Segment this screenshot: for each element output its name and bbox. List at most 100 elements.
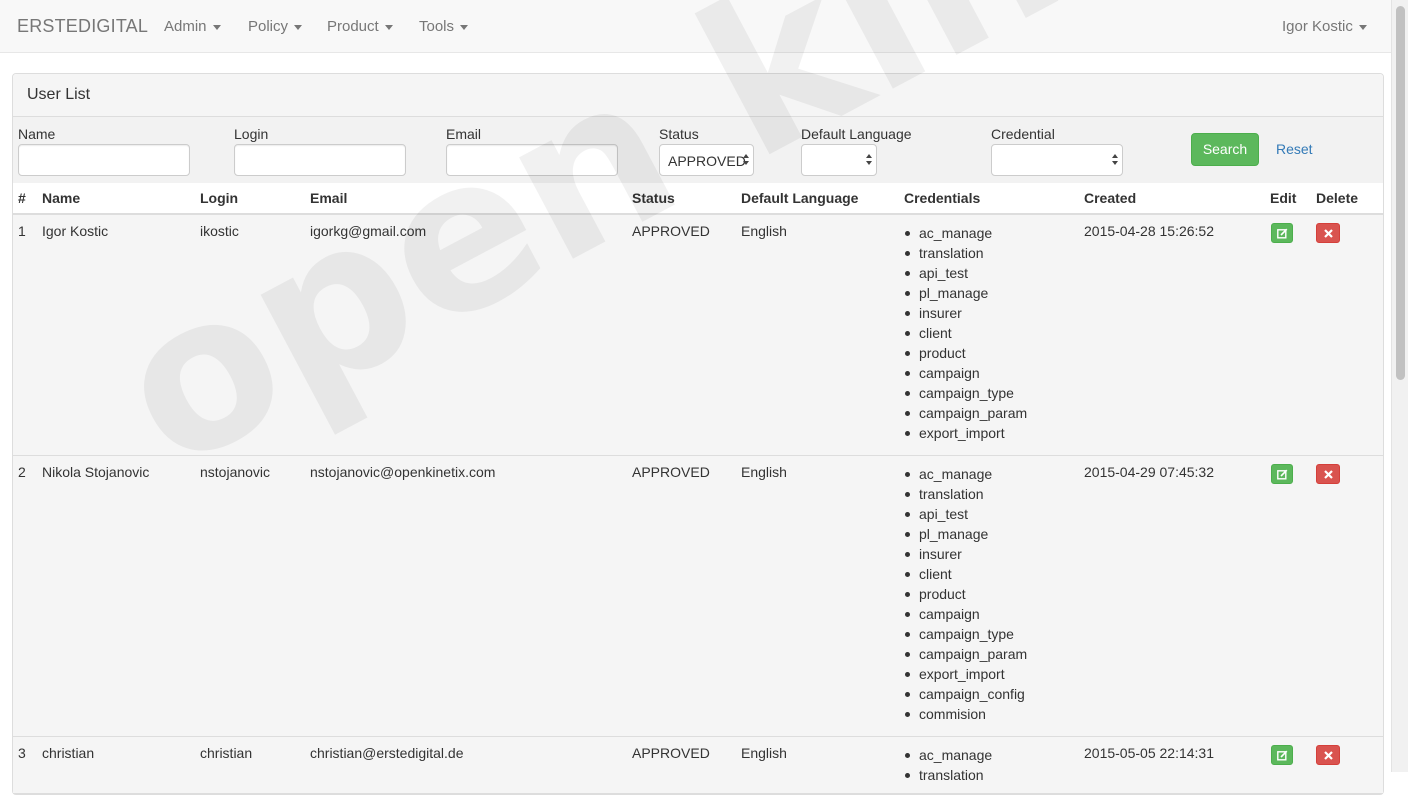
credential-item: campaign_param: [905, 403, 1027, 423]
email-filter-input[interactable]: [446, 144, 618, 176]
table-row: 1 Igor Kostic ikostic igorkg@gmail.com A…: [13, 215, 1383, 456]
row-created: 2015-04-29 07:45:32: [1084, 464, 1214, 480]
col-delete: Delete: [1316, 190, 1359, 206]
credential-item: translation: [905, 484, 1027, 504]
row-email: igorkg@gmail.com: [310, 223, 427, 239]
delete-button[interactable]: [1316, 745, 1340, 765]
table-header: # Name Login Email Status Default Langua…: [13, 183, 1383, 215]
col-number: #: [18, 190, 26, 206]
col-login: Login: [200, 190, 239, 206]
close-icon: [1324, 229, 1333, 238]
col-language: Default Language: [741, 190, 859, 206]
col-created: Created: [1084, 190, 1137, 206]
credential-item: api_test: [905, 263, 1027, 283]
select-arrows-icon: [1112, 154, 1119, 166]
edit-button[interactable]: [1271, 223, 1293, 243]
row-login: nstojanovic: [200, 464, 271, 480]
user-menu[interactable]: Igor Kostic: [1282, 18, 1367, 35]
name-filter-input[interactable]: [18, 144, 190, 176]
status-filter-select[interactable]: APPROVED: [659, 144, 754, 176]
caret-down-icon: [460, 24, 469, 30]
search-button[interactable]: Search: [1191, 133, 1259, 166]
col-email: Email: [310, 190, 348, 206]
edit-icon: [1277, 469, 1288, 480]
credential-item: insurer: [905, 303, 1027, 323]
row-status: APPROVED: [632, 223, 710, 239]
row-email: christian@erstedigital.de: [310, 745, 464, 761]
row-login: christian: [200, 745, 253, 761]
scrollbar-thumb[interactable]: [1396, 6, 1405, 380]
close-icon: [1324, 470, 1333, 479]
nav-admin-label: Admin: [164, 18, 207, 35]
brand-logo[interactable]: ERSTEDIGITAL: [17, 16, 148, 37]
row-name: Nikola Stojanovic: [42, 464, 150, 480]
page-title: User List: [27, 86, 91, 103]
credential-item: campaign_config: [905, 684, 1027, 704]
credential-item: product: [905, 584, 1027, 604]
edit-icon: [1277, 228, 1288, 239]
credential-filter-select[interactable]: [991, 144, 1123, 176]
credential-filter-label: Credential: [991, 126, 1055, 142]
select-arrows-icon: [866, 154, 873, 166]
credential-item: commision: [905, 704, 1027, 724]
nav-tools[interactable]: Tools: [419, 18, 469, 35]
caret-down-icon: [1358, 24, 1367, 30]
row-number: 3: [18, 745, 26, 761]
col-edit: Edit: [1270, 190, 1297, 206]
row-created: 2015-05-05 22:14:31: [1084, 745, 1214, 761]
credential-item: ac_manage: [905, 745, 992, 765]
language-filter-select[interactable]: [801, 144, 877, 176]
row-name: christian: [42, 745, 95, 761]
credential-item: api_test: [905, 504, 1027, 524]
panel-heading: User List: [13, 74, 1383, 117]
delete-button[interactable]: [1316, 223, 1340, 243]
select-arrows-icon: [743, 154, 750, 166]
credential-item: pl_manage: [905, 524, 1027, 544]
row-number: 1: [18, 223, 26, 239]
credential-item: campaign_type: [905, 383, 1027, 403]
caret-down-icon: [212, 24, 221, 30]
user-list-panel: User List Name Login Email Status APPROV…: [12, 73, 1384, 795]
top-navbar: ERSTEDIGITAL Admin Policy Product Tools …: [0, 0, 1391, 53]
credential-item: export_import: [905, 423, 1027, 443]
credential-item: campaign_param: [905, 644, 1027, 664]
row-status: APPROVED: [632, 464, 710, 480]
filter-form: Name Login Email Status APPROVED Default…: [13, 117, 1383, 183]
table-row: 3 christian christian christian@erstedig…: [13, 737, 1383, 794]
credential-item: insurer: [905, 544, 1027, 564]
login-filter-input[interactable]: [234, 144, 406, 176]
edit-button[interactable]: [1271, 745, 1293, 765]
row-language: English: [741, 464, 787, 480]
caret-down-icon: [294, 24, 303, 30]
vertical-scrollbar[interactable]: [1391, 0, 1408, 772]
credential-item: translation: [905, 765, 992, 785]
credential-item: client: [905, 323, 1027, 343]
col-name: Name: [42, 190, 81, 206]
credentials-list: ac_manage translation api_test pl_manage…: [905, 464, 1027, 724]
credential-item: campaign: [905, 604, 1027, 624]
credential-item: pl_manage: [905, 283, 1027, 303]
nav-policy[interactable]: Policy: [248, 18, 303, 35]
delete-button[interactable]: [1316, 464, 1340, 484]
nav-product[interactable]: Product: [327, 18, 393, 35]
credentials-list: ac_manage translation api_test pl_manage…: [905, 223, 1027, 443]
credential-item: ac_manage: [905, 223, 1027, 243]
nav-admin[interactable]: Admin: [164, 18, 221, 35]
row-language: English: [741, 223, 787, 239]
credential-item: ac_manage: [905, 464, 1027, 484]
reset-link[interactable]: Reset: [1276, 141, 1313, 157]
email-filter-label: Email: [446, 126, 482, 142]
row-status: APPROVED: [632, 745, 710, 761]
caret-down-icon: [384, 24, 393, 30]
credential-item: client: [905, 564, 1027, 584]
row-language: English: [741, 745, 787, 761]
login-filter-label: Login: [234, 126, 269, 142]
name-filter-label: Name: [18, 126, 56, 142]
row-login: ikostic: [200, 223, 239, 239]
table-row: 2 Nikola Stojanovic nstojanovic nstojano…: [13, 456, 1383, 737]
nav-policy-label: Policy: [248, 18, 289, 35]
row-created: 2015-04-28 15:26:52: [1084, 223, 1214, 239]
close-icon: [1324, 751, 1333, 760]
edit-button[interactable]: [1271, 464, 1293, 484]
user-menu-label: Igor Kostic: [1282, 18, 1353, 35]
